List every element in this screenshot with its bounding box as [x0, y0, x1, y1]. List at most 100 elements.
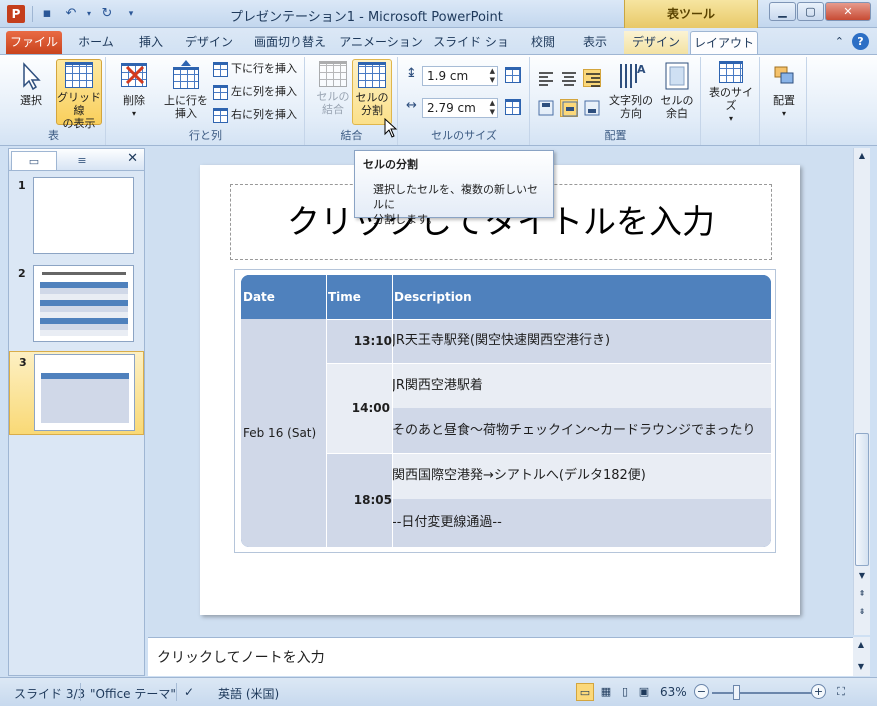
- description-cell[interactable]: --日付変更線通過--: [392, 499, 771, 547]
- height-spin-arrows[interactable]: ▲ ▼: [490, 67, 495, 85]
- schedule-table[interactable]: Date Time Description Feb 16 (Sat) 13:10…: [241, 275, 771, 547]
- close-pane-icon[interactable]: ✕: [127, 151, 138, 166]
- table-frame[interactable]: Date Time Description Feb 16 (Sat) 13:10…: [234, 269, 776, 553]
- text-direction-button[interactable]: A 文字列の 方向: [607, 59, 655, 125]
- delete-button[interactable]: 削除 ▾: [111, 59, 157, 125]
- previous-slide-icon[interactable]: ⇞: [854, 586, 870, 602]
- tab-view[interactable]: 表示: [572, 31, 618, 54]
- column-width-input[interactable]: 2.79 cm ▲ ▼: [422, 98, 498, 118]
- cell-margins-button[interactable]: セルの 余白: [655, 59, 699, 125]
- scroll-thumb[interactable]: [855, 433, 869, 566]
- slide-thumb-row-selected[interactable]: 3: [9, 351, 144, 435]
- zoom-level[interactable]: 63%: [660, 685, 687, 699]
- width-spin-arrows[interactable]: ▲ ▼: [490, 99, 495, 117]
- description-cell[interactable]: JR天王寺駅発(関空快速関西空港行き): [392, 319, 771, 363]
- split-cells-button[interactable]: セルの 分割: [352, 59, 392, 125]
- align-right-icon[interactable]: [583, 69, 601, 87]
- tab-insert[interactable]: 挿入: [128, 31, 174, 54]
- row-divider: [326, 363, 771, 364]
- tab-table-layout[interactable]: レイアウト: [690, 31, 758, 54]
- normal-view-icon[interactable]: ▭: [576, 683, 594, 701]
- save-icon[interactable]: ▪: [37, 5, 57, 23]
- scroll-up-icon[interactable]: ▲: [854, 148, 870, 164]
- time-cell[interactable]: 13:10: [326, 319, 392, 363]
- slide-sorter-view-icon[interactable]: ▦: [597, 683, 615, 701]
- time-cell[interactable]: 18:05: [326, 453, 392, 547]
- slide-thumb-row[interactable]: 1: [9, 175, 144, 259]
- powerpoint-app-icon[interactable]: P: [7, 5, 25, 23]
- scroll-down-icon[interactable]: ▼: [854, 568, 870, 584]
- select-button[interactable]: 選択: [8, 59, 54, 125]
- align-middle-icon[interactable]: [560, 99, 578, 117]
- align-left-icon[interactable]: [537, 69, 555, 87]
- zoom-slider[interactable]: [712, 692, 812, 694]
- header-date[interactable]: Date: [241, 275, 326, 319]
- tab-file[interactable]: ファイル: [6, 31, 62, 54]
- insert-below-button[interactable]: 下に行を挿入: [213, 59, 297, 79]
- help-icon[interactable]: ?: [852, 33, 869, 50]
- tab-table-design[interactable]: デザイン: [624, 31, 688, 54]
- description-cell[interactable]: 関西国際空港発→シアトルへ(デルタ182便): [392, 453, 771, 499]
- tab-design[interactable]: デザイン: [178, 31, 240, 54]
- tab-slideshow[interactable]: スライド ショー: [428, 31, 514, 72]
- align-top-icon[interactable]: [537, 99, 555, 117]
- fit-to-window-icon[interactable]: ⛶: [832, 683, 850, 701]
- table-size-button[interactable]: 表のサイズ ▾: [706, 59, 756, 125]
- insert-above-button[interactable]: 上に行を 挿入: [161, 59, 211, 125]
- group-table: 選択 グリッド線 の表示 表: [2, 57, 106, 145]
- slides-tab-icon[interactable]: ▭: [11, 151, 57, 170]
- notes-scrollbar[interactable]: ▲ ▼: [853, 637, 870, 676]
- distribute-columns-icon[interactable]: [505, 99, 521, 115]
- zoom-in-icon[interactable]: +: [811, 684, 826, 699]
- undo-icon[interactable]: ↶: [61, 5, 81, 23]
- maximize-button[interactable]: ▢: [797, 2, 824, 21]
- time-cell[interactable]: 14:00: [326, 363, 392, 453]
- tab-review[interactable]: 校閲: [520, 31, 566, 54]
- description-cell[interactable]: JR関西空港駅着: [392, 363, 771, 408]
- zoom-out-icon[interactable]: −: [694, 684, 709, 699]
- tab-home[interactable]: ホーム: [68, 31, 124, 54]
- outline-tab-icon[interactable]: ≡: [59, 151, 105, 170]
- close-button[interactable]: ✕: [825, 2, 871, 21]
- header-description[interactable]: Description: [392, 275, 771, 319]
- row-height-input[interactable]: 1.9 cm ▲ ▼: [422, 66, 498, 86]
- distribute-rows-icon[interactable]: [505, 67, 521, 83]
- merge-cells-icon: [319, 61, 347, 87]
- date-cell[interactable]: Feb 16 (Sat): [241, 319, 326, 547]
- tab-transitions[interactable]: 画面切り替え: [246, 31, 334, 54]
- align-bottom-icon[interactable]: [583, 99, 601, 117]
- minimize-button[interactable]: ▁: [769, 2, 796, 21]
- merge-cells-button[interactable]: セルの 結合: [310, 59, 356, 125]
- vertical-scrollbar[interactable]: ▲ ▼ ⇞ ⇟: [853, 148, 870, 635]
- tab-animations[interactable]: アニメーション: [338, 31, 424, 54]
- ribbon: 選択 グリッド線 の表示 表 削除 ▾ 上に行を 挿入 下に行を挿入 左に列を挿…: [0, 54, 877, 146]
- redo-icon[interactable]: ↻: [97, 5, 117, 23]
- insert-right-label: 右に列を挿入: [231, 108, 297, 121]
- insert-left-button[interactable]: 左に列を挿入: [213, 82, 297, 102]
- minimize-ribbon-icon[interactable]: ⌃: [835, 33, 844, 50]
- insert-right-button[interactable]: 右に列を挿入: [213, 105, 297, 125]
- slideshow-view-icon[interactable]: ▣: [635, 683, 653, 701]
- slide-thumbnail[interactable]: [33, 265, 134, 342]
- undo-dropdown-icon[interactable]: ▾: [85, 5, 93, 23]
- notes-scroll-down-icon[interactable]: ▼: [853, 659, 869, 675]
- slide-thumbnail[interactable]: [33, 177, 134, 254]
- language-indicator[interactable]: 英語 (米国): [218, 685, 279, 702]
- select-label: 選択: [20, 94, 42, 107]
- theme-name[interactable]: "Office テーマ": [90, 685, 176, 702]
- notes-scroll-up-icon[interactable]: ▲: [853, 637, 869, 653]
- view-gridlines-button[interactable]: グリッド線 の表示: [56, 59, 102, 130]
- customize-qat-icon[interactable]: ▾: [121, 5, 141, 23]
- merge-label-1: セルの: [316, 90, 350, 103]
- reading-view-icon[interactable]: ▯: [616, 683, 634, 701]
- zoom-slider-thumb[interactable]: [733, 685, 740, 700]
- spellcheck-icon[interactable]: ✓: [184, 685, 194, 699]
- align-center-icon[interactable]: [560, 69, 578, 87]
- slide-thumbnail[interactable]: [34, 354, 135, 431]
- next-slide-icon[interactable]: ⇟: [854, 604, 870, 620]
- notes-pane[interactable]: クリックしてノートを入力: [148, 637, 853, 676]
- slide-thumb-row[interactable]: 2: [9, 263, 144, 347]
- arrange-button[interactable]: 配置 ▾: [763, 59, 805, 125]
- description-cell[interactable]: そのあと昼食〜荷物チェックイン〜カードラウンジでまったり: [392, 408, 771, 453]
- header-time[interactable]: Time: [326, 275, 392, 319]
